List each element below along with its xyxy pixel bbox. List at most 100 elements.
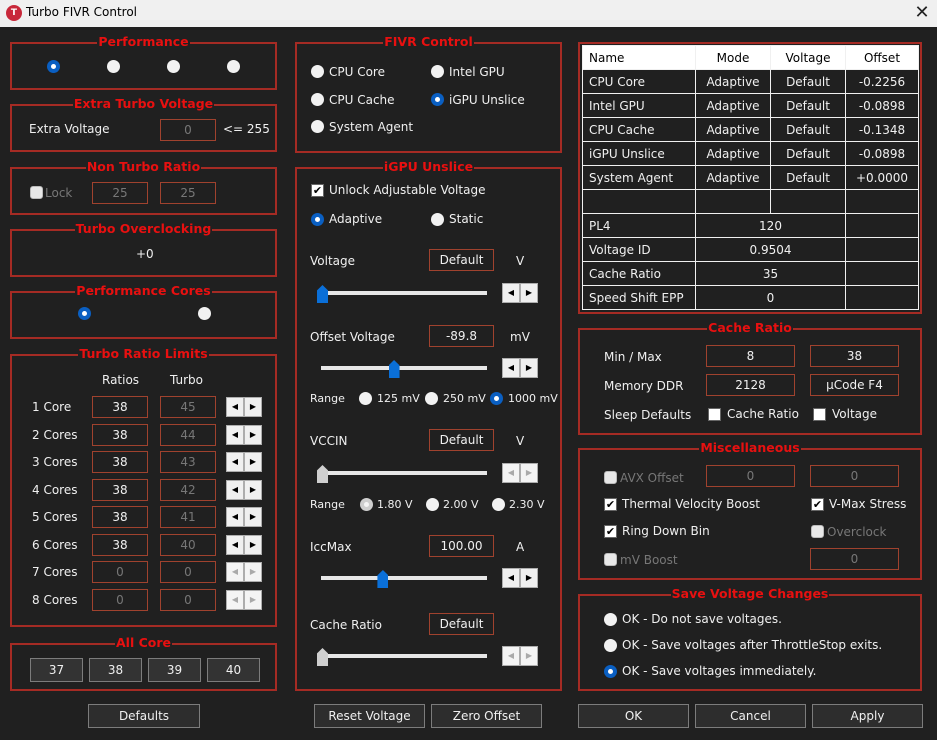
cancel-button[interactable]: Cancel xyxy=(695,704,806,728)
voltage-input[interactable]: Default xyxy=(429,249,494,271)
spin-right-icon[interactable]: ▶ xyxy=(244,534,262,555)
static-radio[interactable] xyxy=(431,213,444,226)
vccin-range-180-radio[interactable] xyxy=(360,498,373,511)
ratio-input[interactable]: 38 xyxy=(92,533,148,556)
avx-offset-input-1[interactable]: 0 xyxy=(706,465,795,487)
spin-right-icon[interactable]: ▶ xyxy=(244,397,262,417)
spin-left-icon[interactable]: ◀ xyxy=(502,463,520,483)
offset-voltage-input[interactable]: -89.8 xyxy=(429,325,494,347)
lock-checkbox[interactable] xyxy=(30,186,43,199)
reset-voltage-button[interactable]: Reset Voltage xyxy=(314,704,425,728)
fivr-cpu-core-radio[interactable] xyxy=(311,65,324,78)
adaptive-radio[interactable] xyxy=(311,213,324,226)
ratio-input[interactable]: 38 xyxy=(92,506,148,528)
iccmax-spinner[interactable]: ◀ ▶ xyxy=(502,568,538,588)
ratio-input[interactable]: 38 xyxy=(92,423,148,446)
vccin-spinner[interactable]: ◀ ▶ xyxy=(502,463,538,483)
offset-voltage-slider[interactable] xyxy=(317,360,487,378)
cache-ratio-max-input[interactable]: 38 xyxy=(810,345,899,367)
spin-left-icon[interactable]: ◀ xyxy=(502,358,520,378)
zero-offset-button[interactable]: Zero Offset xyxy=(431,704,542,728)
spin-left-icon[interactable]: ◀ xyxy=(502,646,520,666)
ratio-spinner[interactable]: ◀ ▶ xyxy=(226,479,262,500)
defaults-button[interactable]: Defaults xyxy=(88,704,200,728)
v-max-stress-checkbox[interactable]: ✔ xyxy=(811,498,824,511)
cache-ratio-slider[interactable] xyxy=(317,648,487,666)
voltage-spinner[interactable]: ◀ ▶ xyxy=(502,283,538,303)
close-icon[interactable]: ✕ xyxy=(907,0,937,27)
ratio-spinner[interactable]: ◀ ▶ xyxy=(226,562,262,582)
spin-right-icon[interactable]: ▶ xyxy=(244,562,262,582)
offset-range-125-radio[interactable] xyxy=(359,392,372,405)
vccin-range-230-radio[interactable] xyxy=(492,498,505,511)
vccin-range-200-radio[interactable] xyxy=(426,498,439,511)
slider-thumb[interactable] xyxy=(388,360,400,378)
ratio-spinner[interactable]: ◀ ▶ xyxy=(226,397,262,417)
spin-right-icon[interactable]: ▶ xyxy=(244,424,262,445)
cache-ratio-input[interactable]: Default xyxy=(429,613,494,635)
spin-left-icon[interactable]: ◀ xyxy=(226,589,244,610)
spin-left-icon[interactable]: ◀ xyxy=(502,568,520,588)
slider-thumb[interactable] xyxy=(317,648,328,666)
performance-cores-radio-1[interactable] xyxy=(78,307,91,320)
ratio-spinner[interactable]: ◀ ▶ xyxy=(226,452,262,472)
save-option-do-not-save-radio[interactable] xyxy=(604,613,617,626)
iccmax-slider[interactable] xyxy=(317,570,487,588)
cache-ratio-min-input[interactable]: 8 xyxy=(706,345,795,367)
spin-left-icon[interactable]: ◀ xyxy=(226,452,244,472)
ratio-input[interactable]: 38 xyxy=(92,478,148,501)
vccin-input[interactable]: Default xyxy=(429,429,494,451)
mv-boost-checkbox[interactable] xyxy=(604,553,617,566)
fivr-cpu-cache-radio[interactable] xyxy=(311,93,324,106)
fivr-intel-gpu-radio[interactable] xyxy=(431,65,444,78)
performance-radio-4[interactable] xyxy=(227,60,240,73)
avx-offset-checkbox[interactable] xyxy=(604,471,617,484)
spin-right-icon[interactable]: ▶ xyxy=(244,479,262,500)
offset-range-1000-radio[interactable] xyxy=(490,392,503,405)
all-core-button-40[interactable]: 40 xyxy=(207,658,260,682)
all-core-button-39[interactable]: 39 xyxy=(148,658,201,682)
mv-boost-input[interactable]: 0 xyxy=(810,548,899,570)
save-option-after-exit-radio[interactable] xyxy=(604,639,617,652)
spin-left-icon[interactable]: ◀ xyxy=(226,507,244,527)
spin-left-icon[interactable]: ◀ xyxy=(502,283,520,303)
ratio-spinner[interactable]: ◀ ▶ xyxy=(226,424,262,445)
fivr-system-agent-radio[interactable] xyxy=(311,120,324,133)
ring-down-bin-checkbox[interactable]: ✔ xyxy=(604,525,617,538)
performance-cores-radio-2[interactable] xyxy=(198,307,211,320)
spin-left-icon[interactable]: ◀ xyxy=(226,397,244,417)
sleep-cache-ratio-checkbox[interactable] xyxy=(708,408,721,421)
fivr-igpu-unslice-radio[interactable] xyxy=(431,93,444,106)
overclock-checkbox[interactable] xyxy=(811,525,824,538)
thermal-velocity-boost-checkbox[interactable]: ✔ xyxy=(604,498,617,511)
performance-radio-1[interactable] xyxy=(47,60,60,73)
ratio-spinner[interactable]: ◀ ▶ xyxy=(226,534,262,555)
non-turbo-ratio-input-1[interactable]: 25 xyxy=(92,182,148,204)
spin-left-icon[interactable]: ◀ xyxy=(226,479,244,500)
slider-thumb[interactable] xyxy=(317,285,328,303)
save-option-immediately-radio[interactable] xyxy=(604,665,617,678)
avx-offset-input-2[interactable]: 0 xyxy=(810,465,899,487)
vccin-slider[interactable] xyxy=(317,465,487,483)
spin-right-icon[interactable]: ▶ xyxy=(520,463,538,483)
ratio-input[interactable]: 0 xyxy=(92,561,148,583)
non-turbo-ratio-input-2[interactable]: 25 xyxy=(160,182,216,204)
ratio-input[interactable]: 38 xyxy=(92,451,148,473)
ratio-input[interactable]: 0 xyxy=(92,588,148,611)
voltage-slider[interactable] xyxy=(317,285,487,303)
spin-right-icon[interactable]: ▶ xyxy=(244,452,262,472)
ratio-spinner[interactable]: ◀ ▶ xyxy=(226,589,262,610)
offset-voltage-spinner[interactable]: ◀ ▶ xyxy=(502,358,538,378)
spin-right-icon[interactable]: ▶ xyxy=(520,568,538,588)
spin-right-icon[interactable]: ▶ xyxy=(244,507,262,527)
all-core-button-37[interactable]: 37 xyxy=(30,658,83,682)
spin-right-icon[interactable]: ▶ xyxy=(520,358,538,378)
offset-range-250-radio[interactable] xyxy=(425,392,438,405)
iccmax-input[interactable]: 100.00 xyxy=(429,535,494,557)
ratio-spinner[interactable]: ◀ ▶ xyxy=(226,507,262,527)
all-core-button-38[interactable]: 38 xyxy=(89,658,142,682)
performance-radio-3[interactable] xyxy=(167,60,180,73)
apply-button[interactable]: Apply xyxy=(812,704,923,728)
spin-right-icon[interactable]: ▶ xyxy=(520,646,538,666)
spin-right-icon[interactable]: ▶ xyxy=(520,283,538,303)
